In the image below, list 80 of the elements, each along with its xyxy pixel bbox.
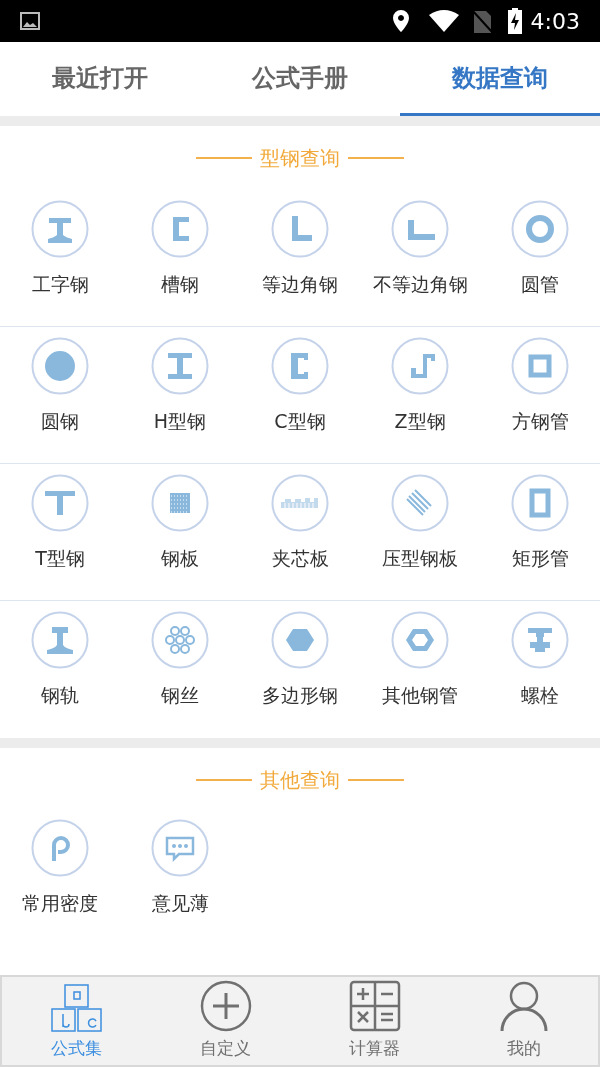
section-title: 其他查询 [260,767,340,794]
item-label: 钢丝 [161,683,199,708]
ring-icon [511,200,569,258]
item-label: 意见薄 [151,891,209,916]
category-item[interactable]: 螺栓 [480,611,600,738]
h-beam-icon [151,337,209,395]
category-item[interactable]: 其他钢管 [360,611,480,738]
tab[interactable]: 最近打开 [0,42,200,116]
item-label: 钢板 [161,546,199,571]
chat-icon [151,819,209,877]
rho-icon [31,819,89,877]
angle-icon [271,200,329,258]
i-beam-icon [31,200,89,258]
category-item[interactable]: C型钢 [240,337,360,463]
item-label: 螺栓 [521,683,559,708]
category-item[interactable]: T型钢 [0,474,120,600]
category-item[interactable]: 钢轨 [0,611,120,738]
category-item[interactable]: 意见薄 [120,819,240,962]
z-beam-icon [391,337,449,395]
nav-tab[interactable]: 计算器 [300,977,449,1065]
category-item[interactable]: 压型钢板 [360,474,480,600]
angle-icon [391,200,449,258]
item-label: 矩形管 [511,546,569,571]
image-icon [20,12,40,30]
item-label: C型钢 [274,409,326,434]
channel-icon [151,200,209,258]
category-item[interactable]: 槽钢 [120,200,240,326]
item-label: 不等边角钢 [372,272,468,297]
nav-tab[interactable]: 自定义 [151,977,300,1065]
tab[interactable]: 公式手册 [200,42,400,116]
section-title: 型钢查询 [260,145,340,172]
letter-blocks-icon [50,983,103,1032]
category-item[interactable]: 圆钢 [0,337,120,463]
rail-icon [31,611,89,669]
plate-icon [151,474,209,532]
category-item[interactable]: 不等边角钢 [360,200,480,326]
stripes-icon [391,474,449,532]
item-label: 常用密度 [22,891,98,916]
item-label: 其他钢管 [382,683,458,708]
category-item[interactable]: 方钢管 [480,337,600,463]
item-label: 多边形钢 [262,683,338,708]
category-item[interactable]: 等边角钢 [240,200,360,326]
battery-icon [506,8,523,34]
category-item[interactable]: 矩形管 [480,474,600,600]
item-label: 圆钢 [41,409,79,434]
category-item[interactable]: H型钢 [120,337,240,463]
item-label: 方钢管 [511,409,569,434]
nav-tab[interactable]: 我的 [449,977,598,1065]
item-label: 工字钢 [31,272,89,297]
wire-bundle-icon [151,611,209,669]
category-item[interactable]: 钢丝 [120,611,240,738]
item-label: H型钢 [153,409,207,434]
calculator-icon [348,979,401,1032]
wifi-icon [428,10,459,32]
item-label: T型钢 [35,546,85,571]
category-item[interactable]: 圆管 [480,200,600,326]
item-label: 槽钢 [161,272,199,297]
item-label: 圆管 [521,272,559,297]
item-label: 压型钢板 [382,546,458,571]
category-item[interactable]: Z型钢 [360,337,480,463]
square-tube-icon [511,337,569,395]
bolt-icon [511,611,569,669]
item-label: 钢轨 [41,683,79,708]
add-icon [199,979,252,1032]
category-item[interactable]: 多边形钢 [240,611,360,738]
category-item[interactable]: 常用密度 [0,819,120,962]
category-item[interactable]: 夹芯板 [240,474,360,600]
item-label: 夹芯板 [271,546,329,571]
clock-time: 4:03 [530,7,580,36]
circle-icon [31,337,89,395]
c-beam-icon [271,337,329,395]
category-item[interactable]: 工字钢 [0,200,120,326]
rectangle-tube-icon [511,474,569,532]
t-beam-icon [31,474,89,532]
item-label: Z型钢 [394,409,446,434]
item-label: 等边角钢 [262,272,338,297]
category-item[interactable]: 钢板 [120,474,240,600]
location-icon [392,10,409,32]
panel-icon [271,474,329,532]
hex-nut-icon [391,611,449,669]
